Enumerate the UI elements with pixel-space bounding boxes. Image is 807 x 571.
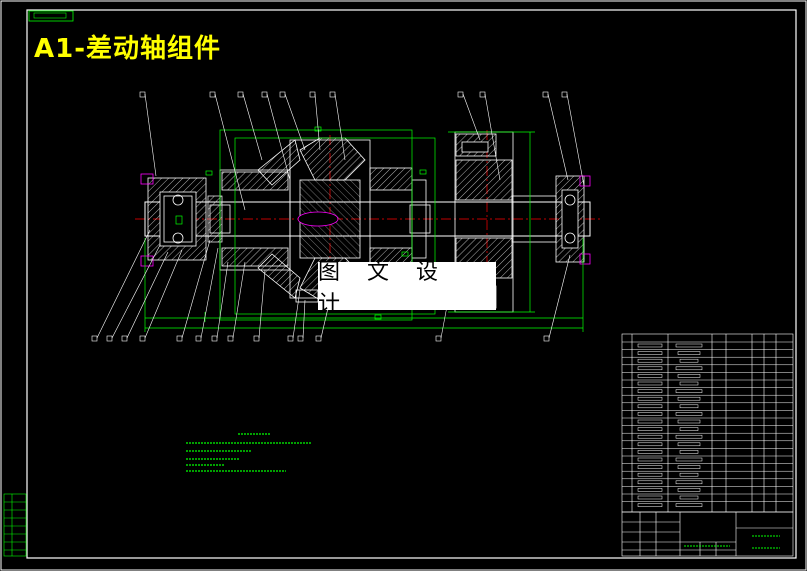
parts-list-cell-mark (637, 465, 663, 469)
parts-list-cell-mark (637, 419, 663, 424)
part-balloon-icon (106, 335, 113, 342)
part-balloon-icon (139, 91, 146, 98)
technical-requirements (186, 433, 312, 472)
parts-list-cell-mark (675, 343, 703, 348)
parts-list-cell-mark (637, 450, 663, 454)
title-block-grid (621, 511, 794, 557)
part-balloon-icon (542, 91, 549, 98)
parts-list-cell-mark (637, 343, 663, 348)
parts-list-cell-mark (637, 389, 663, 393)
part-balloon-icon (121, 335, 128, 342)
parts-list-cell-mark (637, 374, 663, 378)
part-balloon-icon (315, 335, 322, 342)
parts-list-cell-mark (637, 412, 663, 416)
parts-list-cell-mark (637, 488, 663, 492)
parts-list-cell-mark (637, 472, 663, 477)
part-balloon-icon (209, 91, 216, 98)
parts-list-cell-mark (677, 488, 701, 492)
parts-list-cell-mark (637, 404, 663, 409)
part-balloon-icon (543, 335, 550, 342)
parts-list-cell-mark (679, 404, 699, 409)
part-balloon-icon (287, 335, 294, 342)
parts-list-cell-mark (679, 358, 699, 363)
parts-list-cell-mark (675, 366, 703, 371)
part-balloons-top (139, 91, 585, 211)
part-balloon-icon (329, 91, 336, 98)
drawing-title: A1-差动轴组件 (34, 34, 222, 64)
parts-list-cell-mark (677, 465, 701, 469)
parts-list-cell-mark (677, 374, 701, 378)
parts-list-cell-mark (637, 427, 663, 431)
parts-list-cell-mark (679, 427, 699, 431)
part-balloon-icon (253, 335, 260, 342)
left-bearing-housing (140, 173, 207, 267)
part-balloon-icon (279, 91, 286, 98)
part-balloon-icon (176, 335, 183, 342)
part-balloon-icon (309, 91, 316, 98)
part-balloon-icon (561, 91, 568, 98)
corner-tag (28, 10, 74, 22)
parts-list-cell-mark (675, 434, 703, 439)
parts-list-rows (622, 341, 793, 507)
part-balloon-icon (211, 335, 218, 342)
parts-list-cell-mark (637, 351, 663, 355)
parts-list-cell-mark (679, 472, 699, 477)
parts-list-cell-mark (637, 434, 663, 439)
parts-list-cell-mark (637, 396, 663, 401)
parts-list-cell-mark (637, 503, 663, 507)
parts-list-cell-mark (637, 358, 663, 363)
part-balloon-icon (91, 335, 98, 342)
parts-list-cell-mark (677, 442, 701, 447)
parts-list-cell-mark (679, 450, 699, 454)
part-balloon-icon (297, 335, 304, 342)
right-bearing-housing (511, 175, 591, 265)
parts-list-cell-mark (677, 419, 701, 424)
parts-list-cell-mark (675, 457, 703, 462)
left-strip-block (3, 493, 27, 557)
parts-list-cell-mark (675, 412, 703, 416)
parts-list-cell-mark (675, 389, 703, 393)
parts-list-cell-mark (677, 351, 701, 355)
part-balloon-icon (195, 335, 202, 342)
part-balloon-icon (237, 91, 244, 98)
parts-list-cell-mark (637, 381, 663, 386)
parts-list-cell-mark (675, 503, 703, 507)
parts-list-cell-mark (677, 396, 701, 401)
parts-list-cell-mark (679, 381, 699, 386)
part-balloon-icon (457, 91, 464, 98)
parts-list-cell-mark (637, 442, 663, 447)
parts-list-cell-mark (679, 495, 699, 500)
part-balloon-icon (227, 335, 234, 342)
part-balloon-icon (435, 335, 442, 342)
part-balloon-icon (479, 91, 486, 98)
part-balloon-icon (139, 335, 146, 342)
part-balloon-icon (261, 91, 268, 98)
parts-list-cell-mark (637, 366, 663, 371)
parts-list-cell-mark (637, 457, 663, 462)
watermark-label: 图 文 设 计 (318, 260, 496, 317)
parts-list-cell-mark (637, 480, 663, 485)
parts-list-cell-mark (675, 480, 703, 485)
parts-list-cell-mark (637, 495, 663, 500)
